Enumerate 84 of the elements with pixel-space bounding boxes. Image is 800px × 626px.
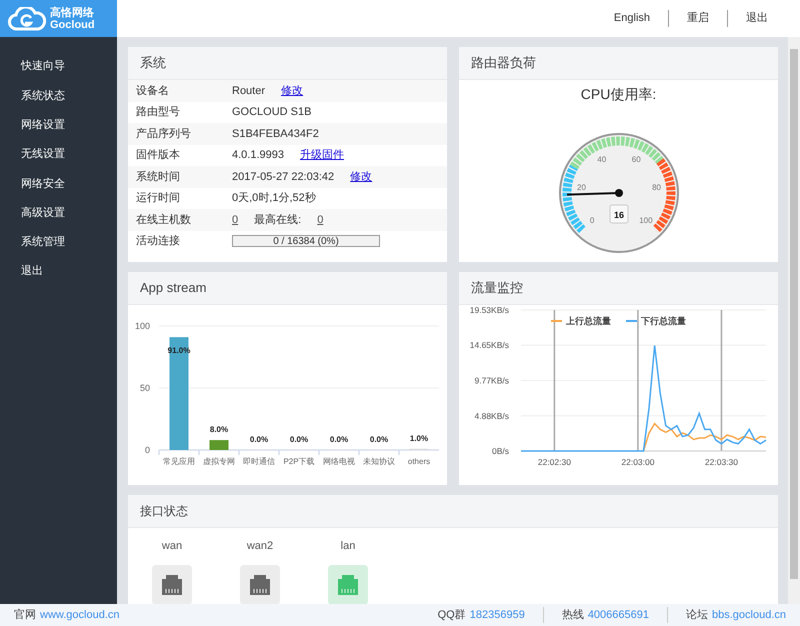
row-label: 设备名 (135, 84, 170, 98)
port-label: lan (340, 539, 356, 554)
axis-tick-label: 22:02:30 (538, 457, 571, 467)
header-link[interactable]: English (596, 10, 668, 27)
category-label: 常见应用 (163, 457, 195, 466)
bar-value-label: 0.0% (290, 435, 308, 444)
axis-tick-label: 22:03:00 (621, 457, 654, 467)
port-label: wan (162, 539, 182, 554)
row-label: 产品序列号 (135, 126, 192, 142)
count-link[interactable]: 0 (317, 212, 324, 228)
row-label: 固件版本 (135, 148, 181, 163)
header-link[interactable]: 退出 (727, 10, 786, 27)
header-link[interactable]: 重启 (668, 10, 727, 27)
port-label: wan2 (246, 539, 274, 554)
legend-label: 上行总流量 (566, 316, 611, 326)
footer-label: 论坛 (686, 608, 708, 623)
sidebar-item[interactable]: 高级设置 (0, 198, 117, 228)
axis-tick-label: 100 (134, 321, 150, 331)
row-label: 系统时间 (135, 170, 181, 184)
row-label: 在线主机数 (135, 212, 192, 228)
cloud-logo-icon (8, 6, 46, 30)
category-label: 网络电视 (323, 457, 355, 466)
card-title: 系统 (140, 54, 166, 72)
logo-subtitle: Gocloud (50, 18, 95, 30)
bar-value-label: 0.0% (330, 435, 348, 444)
gauge-tick-label: 40 (596, 155, 606, 164)
axis-tick-label: 14.65KB/s (470, 340, 509, 350)
legend-label: 下行总流量 (641, 316, 686, 326)
row-value: 最高在线: (254, 212, 302, 228)
card-title: 流量监控 (471, 279, 523, 298)
row-value: 4.0.1.9993 (232, 148, 284, 163)
axis-tick-label: 4.88KB/s (474, 410, 509, 421)
gauge-tick-label: 60 (631, 155, 640, 164)
row-link[interactable]: 修改 (350, 168, 372, 185)
card-title: App stream (140, 279, 206, 298)
axis-tick-label: 22:03:30 (704, 457, 738, 467)
gauge-value-box (609, 204, 628, 224)
gauge-title: CPU使用率: (580, 85, 656, 104)
card-title: 接口状态 (140, 503, 188, 520)
card-title: 路由器负荷 (471, 54, 536, 72)
sidebar-item[interactable]: 网络设置 (0, 110, 117, 140)
row-value: 2017-05-27 22:03:42 (232, 170, 334, 184)
sidebar-item[interactable]: 系统管理 (0, 228, 117, 258)
count-link[interactable]: 0 (232, 212, 238, 228)
axis-tick-label: 50 (140, 383, 150, 393)
row-value: 0天,0时,1分,52秒 (232, 191, 316, 206)
axis-tick-label: 0B/s (492, 446, 509, 456)
bar-value-label: 1.0% (410, 434, 428, 443)
category-label: 即时通信 (243, 457, 275, 466)
sidebar-item[interactable]: 退出 (0, 257, 117, 286)
chart-bar (210, 440, 228, 450)
row-label: 运行时间 (135, 191, 181, 206)
row-link[interactable]: 升级固件 (300, 147, 344, 164)
gauge-tick-label: 100 (638, 216, 652, 225)
gauge-tick-label: 20 (576, 183, 586, 192)
axis-tick-label: 19.53KB/s (470, 305, 509, 315)
row-label: 活动连接 (135, 234, 181, 249)
row-value: GOCLOUD S1B (232, 105, 312, 120)
row-value: S1B4FEBA434F2 (232, 126, 319, 142)
axis-tick-label: 0 (144, 445, 150, 455)
row-label: 路由型号 (135, 105, 181, 120)
gauge-needle (566, 189, 622, 197)
category-label: P2P下载 (283, 457, 315, 466)
axis-tick-label: 9.77KB/s (474, 375, 509, 386)
category-label: 虚拟专网 (203, 457, 235, 466)
row-link[interactable]: 修改 (281, 82, 304, 99)
footer-label: 热线 (562, 608, 584, 623)
bar-value-label: 0.0% (370, 435, 388, 444)
gauge-tick-label: 0 (589, 216, 594, 225)
sidebar-item[interactable]: 系统状态 (0, 81, 117, 111)
logo-title: 高恪网络 (50, 6, 95, 18)
gauge-tick-label: 80 (652, 183, 660, 192)
row-value: Router (232, 84, 266, 98)
bar-value-label: 0.0% (250, 435, 268, 444)
bar-value-label: 8.0% (210, 425, 228, 434)
category-label: 未知协议 (363, 457, 395, 466)
category-label: others (408, 457, 430, 466)
sidebar-item[interactable]: 网络安全 (0, 169, 117, 198)
sidebar-item[interactable]: 无线设置 (0, 140, 117, 170)
sidebar-item[interactable]: 快速向导 (0, 52, 117, 82)
progress-text: 0 / 16384 (0%) (273, 234, 339, 249)
gauge-value: 16 (614, 210, 624, 220)
footer-label: 官网 (14, 608, 36, 623)
footer-label: QQ群 (438, 608, 466, 623)
